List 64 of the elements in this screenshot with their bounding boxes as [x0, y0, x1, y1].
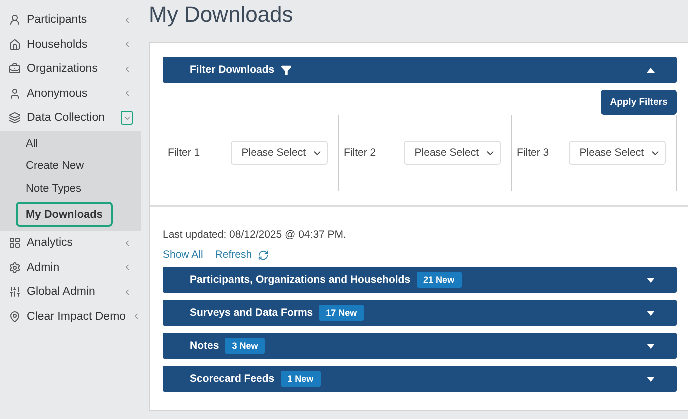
sidebar-label: Admin: [27, 262, 61, 274]
caret-down-icon: [647, 278, 655, 282]
grid-icon: [9, 237, 21, 250]
new-count-badge: 3 New: [225, 338, 266, 354]
sidebar-item[interactable]: Anonymous: [0, 82, 141, 106]
filter-label: Filter 2: [344, 147, 376, 159]
sidebar-label: Clear Impact Demo: [27, 310, 126, 323]
select-field[interactable]: Please Select: [568, 141, 666, 165]
apply-filters-button[interactable]: Apply Filters: [601, 90, 677, 115]
new-count-badge: 17 New: [319, 305, 364, 321]
section-title: Notes: [190, 340, 220, 352]
briefcase-icon: [9, 63, 21, 76]
home-icon: [9, 38, 21, 51]
section-title: Scorecard Feeds: [190, 373, 275, 385]
sidebar-label: Global Admin: [27, 286, 96, 298]
section-header-bar[interactable]: Notes 3 New: [163, 333, 677, 359]
sidebar-item[interactable]: Organizations: [0, 57, 141, 82]
sidebar-item[interactable]: Global Admin: [0, 280, 141, 304]
sidebar-item[interactable]: Participants: [0, 8, 141, 32]
section-title: Surveys and Data Forms: [190, 307, 314, 319]
section-header-bar[interactable]: Surveys and Data Forms 17 New: [163, 300, 677, 326]
sidebar-item[interactable]: Households: [0, 32, 141, 57]
sidebar-label: Analytics: [27, 237, 74, 250]
layers-icon: [9, 112, 21, 124]
person-icon: [9, 88, 21, 100]
filter-header-bar[interactable]: Filter Downloads: [163, 57, 677, 83]
settings-icon: [9, 262, 21, 274]
new-count-badge: 1 New: [280, 371, 321, 387]
new-count-badge: 21 New: [416, 272, 462, 288]
show-all-link[interactable]: Show All: [163, 249, 204, 261]
map-pin-icon: [9, 310, 21, 323]
sidebar-item[interactable]: Clear Impact Demo: [0, 304, 141, 329]
sidebar-label: Households: [27, 38, 89, 51]
sidebar-label: Organizations: [27, 63, 99, 76]
sidebar-item[interactable]: Data Collection: [0, 106, 141, 130]
sliders-icon: [9, 286, 21, 298]
last-updated-text: Last updated: 08/12/2025 @ 04:37 PM.: [163, 229, 346, 241]
sidebar-item[interactable]: Analytics: [0, 231, 141, 256]
filter-icon: [280, 64, 292, 76]
submenu-item[interactable]: Note Types: [18, 178, 90, 200]
filter-title: Filter Downloads: [190, 64, 275, 76]
caret-up-icon: [647, 68, 655, 72]
caret-down-icon: [647, 376, 655, 382]
caret-down-icon: [647, 344, 655, 348]
caret-down-icon: [647, 310, 655, 316]
filter-label: Filter 3: [517, 147, 550, 159]
sidebar-label: Data Collection: [27, 112, 106, 124]
page-title: My Downloads: [149, 2, 294, 29]
section-header-bar[interactable]: Participants, Organizations and Households 21 New: [163, 267, 677, 293]
section-header-bar[interactable]: Scorecard Feeds 1 New: [163, 366, 677, 392]
submenu-item[interactable]: My Downloads: [16, 202, 114, 227]
submenu-item[interactable]: All: [18, 132, 46, 155]
section-title: Participants, Organizations and Households: [190, 274, 411, 286]
chevron-icon[interactable]: [121, 111, 133, 126]
sidebar-label: Anonymous: [27, 88, 89, 100]
user-icon: [9, 14, 21, 26]
sidebar-label: Participants: [27, 14, 88, 26]
sidebar-item[interactable]: Admin: [0, 256, 141, 280]
refresh-link[interactable]: Refresh: [215, 249, 252, 261]
select-field[interactable]: Please Select: [404, 141, 501, 165]
filter-label: Filter 1: [168, 147, 200, 159]
refresh-icon[interactable]: [258, 250, 270, 260]
submenu-item[interactable]: Create New: [18, 155, 92, 178]
select-field[interactable]: Please Select: [230, 141, 328, 165]
